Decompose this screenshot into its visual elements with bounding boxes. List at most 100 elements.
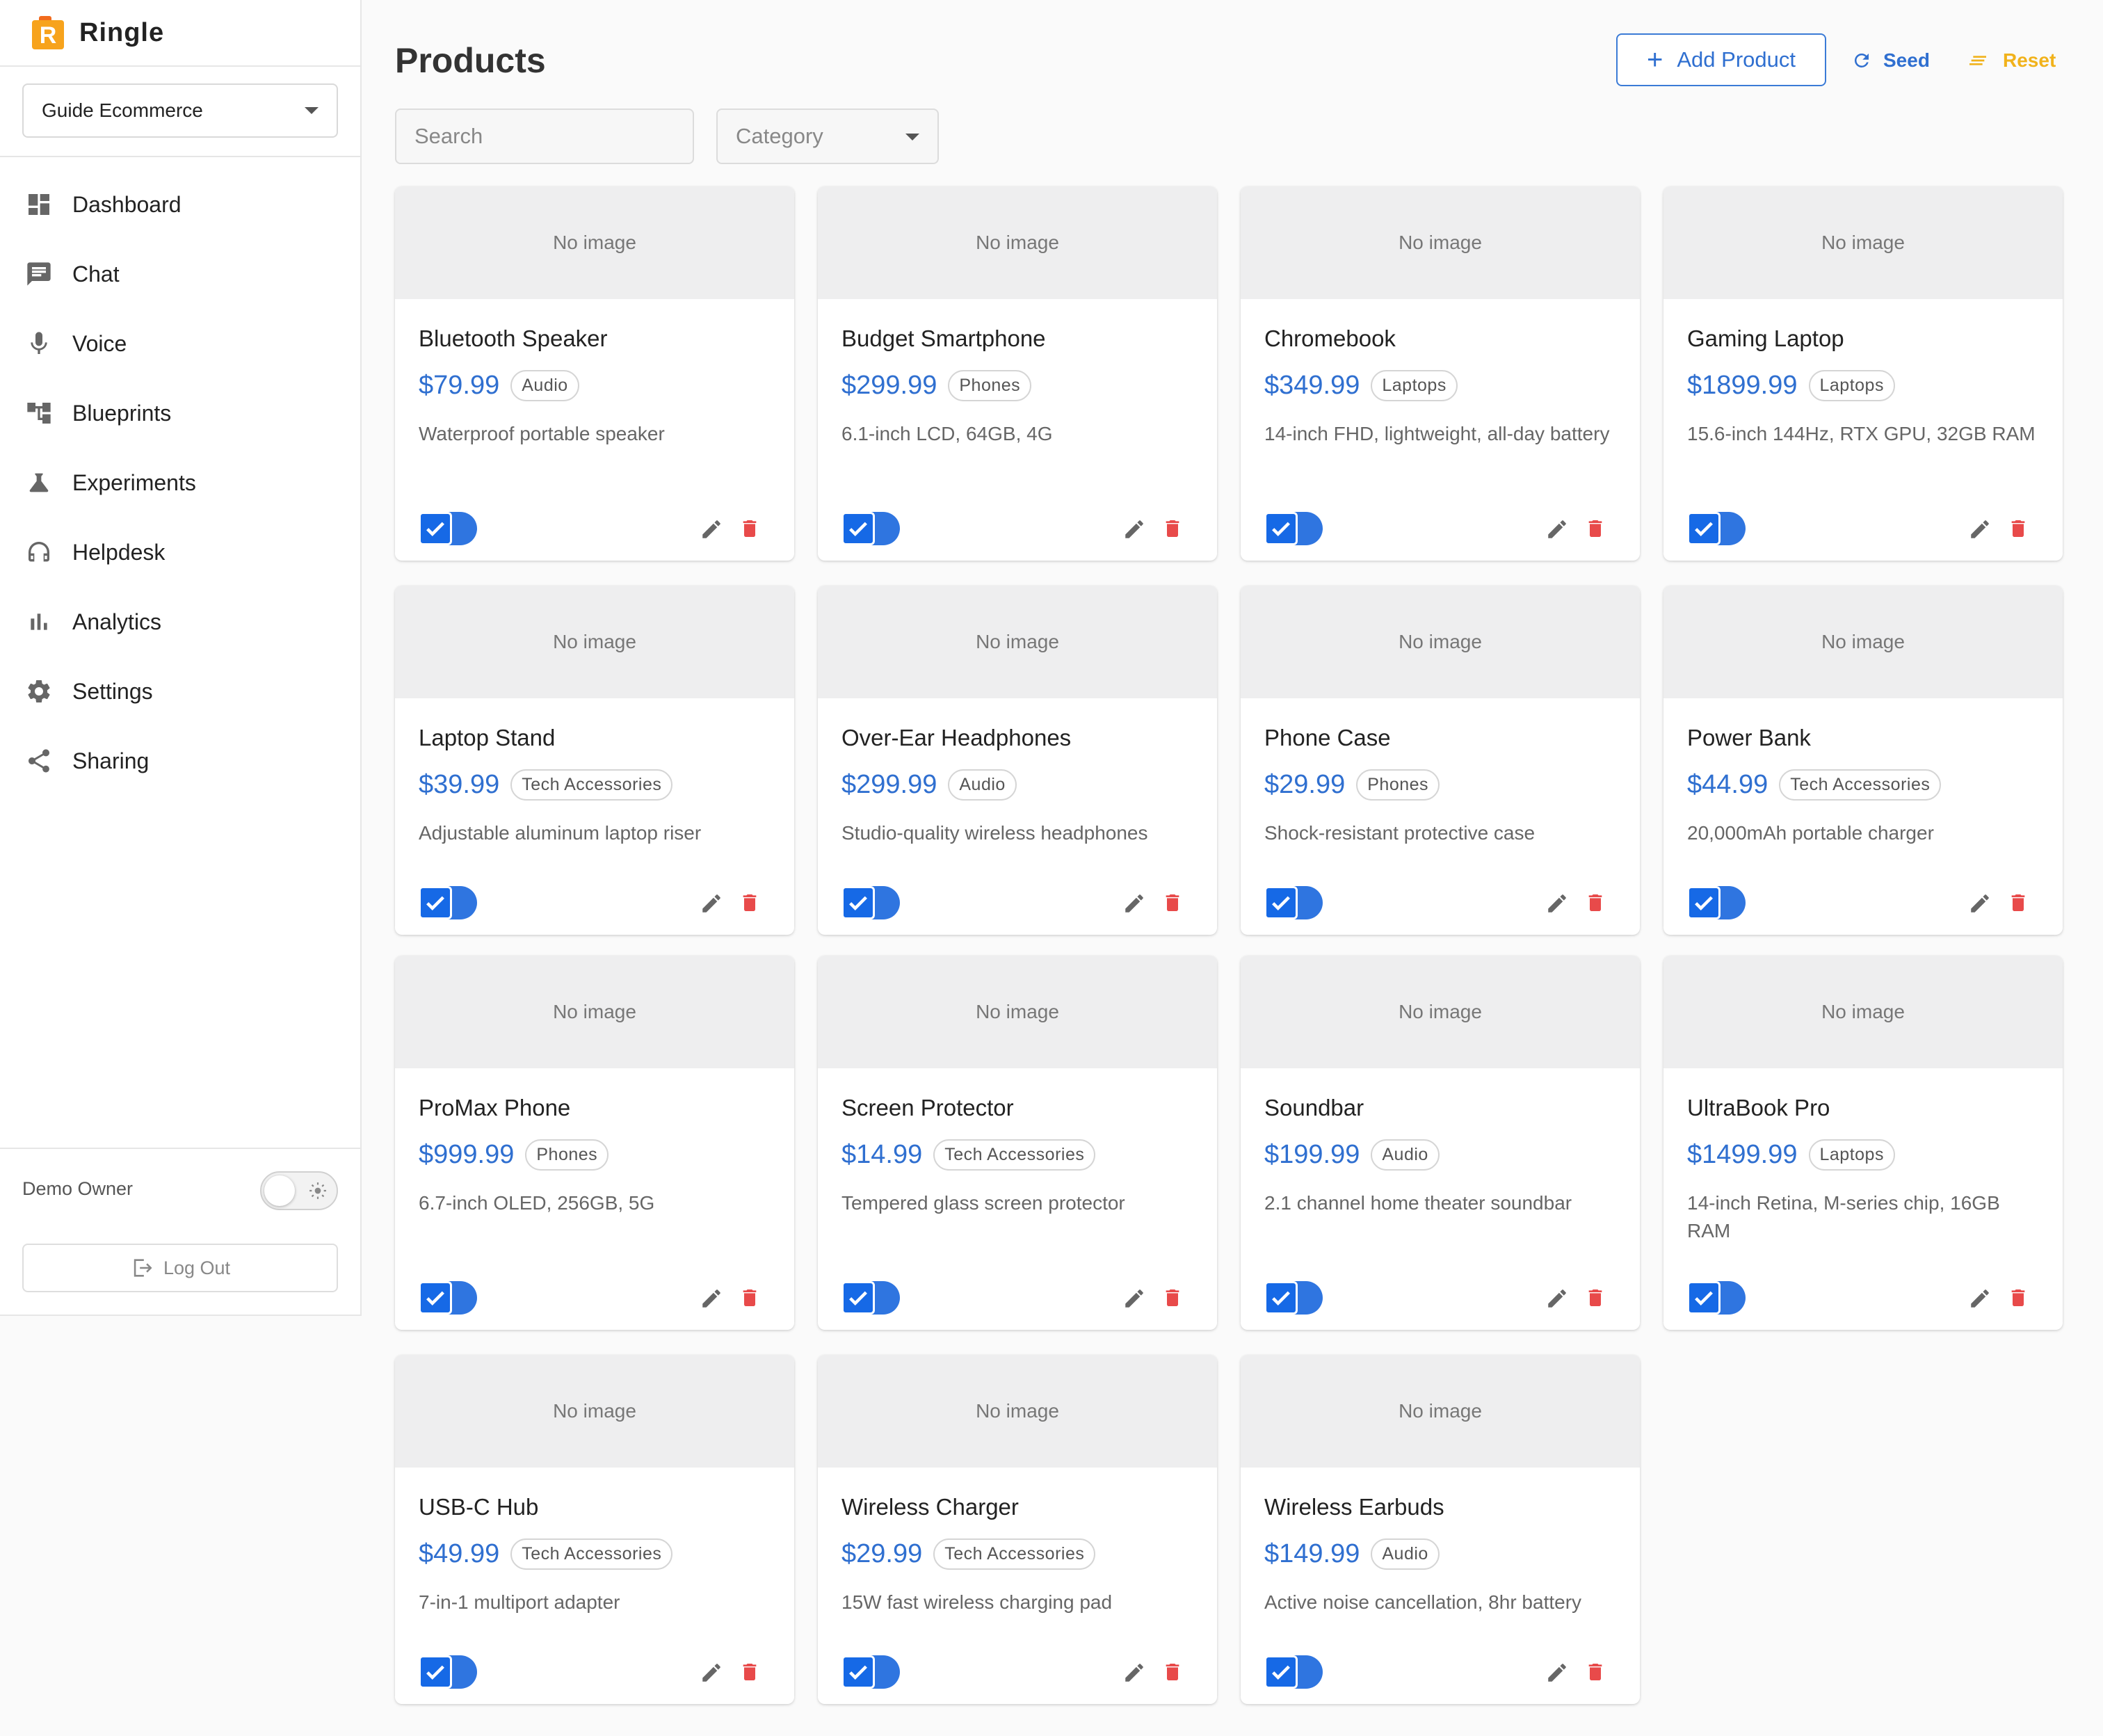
trash-icon[interactable] [1161, 1285, 1184, 1310]
pencil-icon[interactable] [1122, 1661, 1146, 1685]
product-card: No image Chromebook $349.99 Laptops 14-i… [1241, 186, 1640, 561]
product-description: Studio-quality wireless headphones [841, 822, 1148, 844]
sun-icon [309, 1182, 326, 1199]
trash-icon[interactable] [1584, 1659, 1606, 1685]
product-enabled-toggle[interactable] [1687, 1281, 1746, 1315]
app-name: Ringle [79, 17, 165, 47]
logout-button[interactable]: Log Out [22, 1244, 338, 1292]
trash-icon[interactable] [1161, 516, 1184, 541]
refresh-icon [1854, 53, 1869, 67]
search-input[interactable] [395, 108, 694, 164]
add-product-button[interactable]: + Add Product [1616, 33, 1826, 86]
sidebar-item-chat[interactable]: Chat [0, 239, 362, 309]
pencil-icon[interactable] [1122, 517, 1146, 541]
pencil-icon[interactable] [1122, 1287, 1146, 1310]
sidebar-item-helpdesk[interactable]: Helpdesk [0, 517, 362, 587]
product-enabled-toggle[interactable] [419, 1281, 477, 1315]
pencil-icon[interactable] [1545, 1661, 1569, 1685]
brand[interactable]: R Ringle [0, 0, 360, 67]
pencil-icon[interactable] [700, 1287, 723, 1310]
sidebar-item-blueprints[interactable]: Blueprints [0, 378, 362, 448]
sidebar-item-dashboard[interactable]: Dashboard [0, 170, 362, 239]
gear-icon [24, 676, 54, 707]
product-enabled-toggle[interactable] [419, 1655, 477, 1689]
sidebar-item-settings[interactable]: Settings [0, 657, 362, 726]
product-price: $149.99 [1264, 1539, 1360, 1568]
product-card: No image Bluetooth Speaker $79.99 Audio … [395, 186, 794, 561]
no-image-label: No image [976, 631, 1059, 652]
clear-all-icon [1969, 56, 1986, 65]
product-enabled-toggle[interactable] [1264, 886, 1323, 919]
product-card: No image Power Bank $44.99 Tech Accessor… [1663, 586, 2063, 935]
sidebar-item-analytics[interactable]: Analytics [0, 587, 362, 657]
trash-icon[interactable] [1584, 890, 1606, 915]
pencil-icon[interactable] [700, 1661, 723, 1685]
checkbox [1264, 1281, 1298, 1315]
add-product-label: Add Product [1677, 47, 1796, 72]
pencil-icon[interactable] [700, 892, 723, 915]
trash-icon[interactable] [2007, 516, 2029, 541]
trash-icon[interactable] [2007, 890, 2029, 915]
pencil-icon[interactable] [1545, 517, 1569, 541]
product-enabled-toggle[interactable] [419, 512, 477, 545]
pencil-icon[interactable] [1968, 892, 1992, 915]
divider [0, 156, 362, 157]
product-image-placeholder: No image [1663, 186, 2063, 299]
sidebar-item-experiments[interactable]: Experiments [0, 448, 362, 517]
category-select-placeholder: Category [736, 124, 823, 148]
reset-label: Reset [2003, 49, 2056, 71]
trash-icon[interactable] [739, 1285, 761, 1310]
seed-button[interactable]: Seed [1851, 43, 1930, 78]
product-enabled-toggle[interactable] [1264, 1281, 1323, 1315]
check-icon [849, 896, 867, 910]
product-enabled-toggle[interactable] [841, 886, 900, 919]
product-image-placeholder: No image [818, 586, 1217, 698]
checkbox [841, 1281, 875, 1315]
pencil-icon[interactable] [1545, 1287, 1569, 1310]
product-image-placeholder: No image [1663, 586, 2063, 698]
workspace-select[interactable]: Guide Ecommerce [22, 83, 338, 138]
product-description: 7-in-1 multiport adapter [419, 1591, 620, 1613]
product-price: $299.99 [841, 770, 937, 799]
pencil-icon[interactable] [1968, 517, 1992, 541]
trash-icon[interactable] [739, 1659, 761, 1685]
category-chip: Phones [525, 1139, 609, 1171]
sidebar-item-label: Dashboard [72, 191, 182, 217]
category-select[interactable]: Category [716, 108, 939, 164]
trash-icon[interactable] [739, 890, 761, 915]
sidebar-item-voice[interactable]: Voice [0, 309, 362, 378]
product-enabled-toggle[interactable] [841, 1281, 900, 1315]
reset-button[interactable]: Reset [1967, 43, 2056, 78]
pencil-icon[interactable] [700, 517, 723, 541]
pencil-icon[interactable] [1968, 1287, 1992, 1310]
trash-icon[interactable] [2007, 1285, 2029, 1310]
product-enabled-toggle[interactable] [1687, 886, 1746, 919]
trash-icon[interactable] [1584, 1285, 1606, 1310]
product-enabled-toggle[interactable] [419, 886, 477, 919]
sidebar-item-sharing[interactable]: Sharing [0, 726, 362, 796]
product-enabled-toggle[interactable] [1264, 512, 1323, 545]
pencil-icon[interactable] [1122, 892, 1146, 915]
check-icon [849, 1665, 867, 1680]
category-chip: Laptops [1808, 1139, 1895, 1171]
product-enabled-toggle[interactable] [841, 512, 900, 545]
chevron-down-icon [905, 134, 919, 140]
pencil-icon[interactable] [1545, 892, 1569, 915]
trash-icon[interactable] [1161, 890, 1184, 915]
trash-icon[interactable] [1584, 516, 1606, 541]
trash-icon[interactable] [739, 516, 761, 541]
product-description: 20,000mAh portable charger [1687, 822, 1934, 844]
product-description: Adjustable aluminum laptop riser [419, 822, 702, 844]
category-chip: Audio [1371, 1538, 1440, 1570]
trash-icon[interactable] [1161, 1659, 1184, 1685]
product-enabled-toggle[interactable] [841, 1655, 900, 1689]
product-enabled-toggle[interactable] [1264, 1655, 1323, 1689]
theme-toggle[interactable] [260, 1171, 338, 1210]
product-enabled-toggle[interactable] [1687, 512, 1746, 545]
price-row: $1899.99 Laptops [1687, 370, 1895, 401]
product-card: No image Wireless Earbuds $149.99 Audio … [1241, 1355, 1640, 1704]
product-image-placeholder: No image [1241, 1355, 1640, 1468]
category-chip: Tech Accessories [933, 1139, 1096, 1171]
product-name: Screen Protector [841, 1095, 1014, 1120]
product-card: No image USB-C Hub $49.99 Tech Accessori… [395, 1355, 794, 1704]
